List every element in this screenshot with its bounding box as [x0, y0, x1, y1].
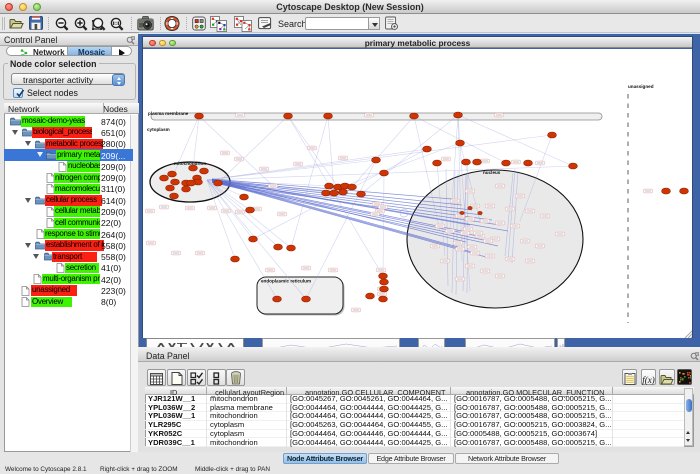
svg-text:plasma membrane: plasma membrane: [148, 111, 189, 116]
svg-text:endoplasmic reticulum: endoplasmic reticulum: [261, 279, 311, 284]
svg-text:mitochondrion: mitochondrion: [174, 161, 206, 166]
svg-text:nucleus: nucleus: [483, 170, 501, 175]
svg-text:unassigned: unassigned: [628, 84, 654, 89]
svg-text:cytoplasm: cytoplasm: [147, 127, 170, 132]
